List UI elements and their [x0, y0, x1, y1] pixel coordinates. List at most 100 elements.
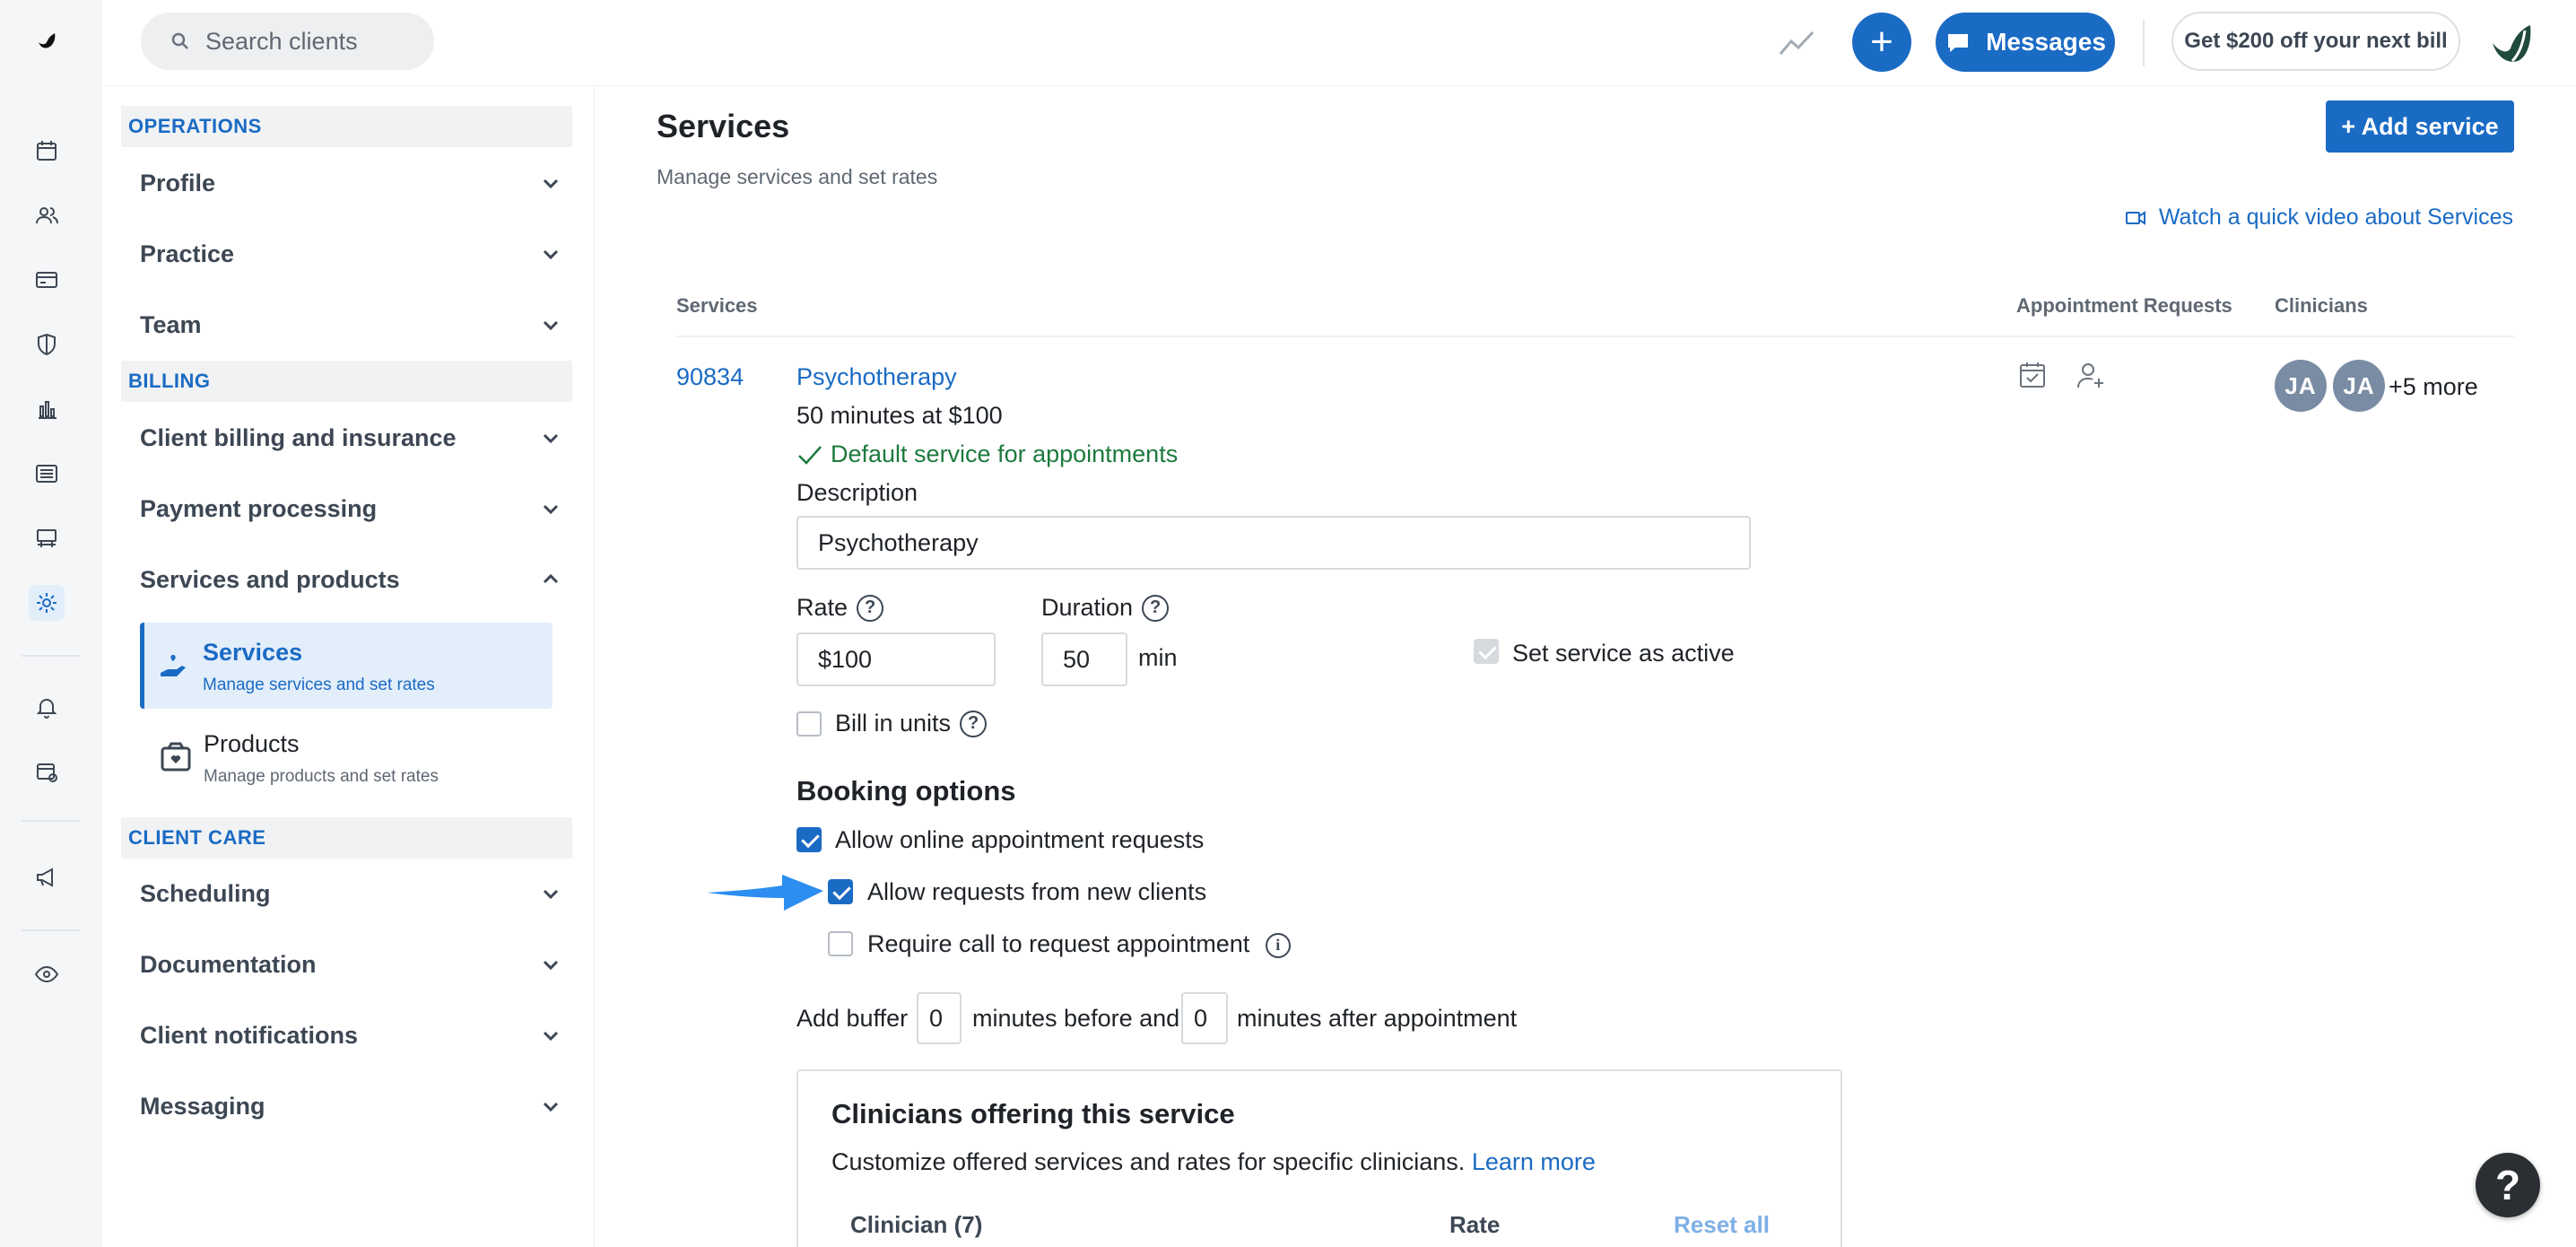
- service-code[interactable]: 90834: [676, 363, 744, 391]
- video-link[interactable]: Watch a quick video about Services: [2125, 205, 2513, 231]
- subnav-title: Products: [204, 730, 300, 757]
- help-question-icon[interactable]: ?: [960, 710, 988, 737]
- clinicians-card-desc-row: Customize offered services and rates for…: [831, 1148, 1596, 1176]
- page-subtitle: Manage services and set rates: [657, 165, 938, 188]
- duration-label: Duration: [1041, 594, 1134, 621]
- nav-item-client-notifications[interactable]: Client notifications: [140, 1008, 561, 1062]
- help-question-icon[interactable]: ?: [857, 594, 884, 622]
- trend-chart-icon[interactable]: [1777, 23, 1816, 63]
- billing-card-icon[interactable]: [29, 262, 65, 298]
- nav-item-messaging[interactable]: Messaging: [140, 1079, 561, 1133]
- subnav-desc: Manage services and set rates: [203, 676, 435, 694]
- nav-item-documentation[interactable]: Documentation: [140, 937, 561, 991]
- nav-item-scheduling[interactable]: Scheduling: [140, 867, 561, 920]
- notifications-bell-icon[interactable]: [29, 689, 65, 725]
- promo-button[interactable]: Get $200 off your next bill: [2171, 12, 2460, 71]
- messages-label: Messages: [1986, 28, 2106, 56]
- allow-online-requests-checkbox[interactable]: [796, 827, 822, 852]
- help-question-icon[interactable]: ?: [1142, 594, 1170, 622]
- messages-button[interactable]: Messages: [1936, 13, 2115, 72]
- header-divider: [675, 336, 2514, 337]
- chevron-down-icon: [543, 320, 559, 331]
- top-bar: + Messages Get $200 off your next bill: [101, 0, 2576, 86]
- rail-divider: [22, 655, 81, 657]
- app-logo-icon[interactable]: [29, 25, 65, 61]
- description-input[interactable]: [796, 516, 1751, 570]
- announcements-megaphone-icon[interactable]: [29, 859, 65, 895]
- nav-item-label: Documentation: [140, 950, 317, 978]
- duration-input[interactable]: [1041, 632, 1127, 686]
- add-service-button[interactable]: + Add service: [2326, 100, 2514, 153]
- learn-more-link[interactable]: Learn more: [1472, 1148, 1596, 1175]
- section-heading-billing: BILLING: [121, 361, 572, 402]
- topbar-divider: [2143, 20, 2145, 66]
- nav-item-payment-processing[interactable]: Payment processing: [140, 482, 561, 536]
- page-title: Services: [657, 108, 790, 144]
- rate-input[interactable]: [796, 632, 996, 686]
- search-box[interactable]: [141, 13, 434, 70]
- allow-new-clients-checkbox[interactable]: [828, 879, 853, 904]
- nav-item-label: Client notifications: [140, 1021, 358, 1049]
- require-call-checkbox[interactable]: [828, 931, 853, 956]
- require-call-row: Require call to request appointment i: [867, 930, 1291, 958]
- avatar[interactable]: JA: [2275, 360, 2327, 412]
- buffer-before-input[interactable]: [917, 992, 962, 1044]
- default-service-indicator: Default service for appointments: [796, 440, 1178, 468]
- nav-item-practice[interactable]: Practice: [140, 227, 561, 281]
- product-box-icon: [161, 742, 191, 772]
- bill-in-units-checkbox[interactable]: [796, 711, 822, 737]
- clinicians-card-desc: Customize offered services and rates for…: [831, 1148, 1466, 1175]
- nav-item-client-billing[interactable]: Client billing and insurance: [140, 411, 561, 465]
- chevron-down-icon: [543, 249, 559, 260]
- nav-item-label: Scheduling: [140, 879, 271, 907]
- help-button[interactable]: ?: [2476, 1153, 2540, 1217]
- reports-list-icon[interactable]: [29, 456, 65, 492]
- nav-item-label: Payment processing: [140, 494, 378, 522]
- chevron-down-icon: [543, 1031, 559, 1042]
- service-active-checkbox[interactable]: [1474, 639, 1499, 664]
- clinicians-card-title: Clinicians offering this service: [831, 1098, 1235, 1129]
- nav-item-label: Services and products: [140, 565, 400, 593]
- search-input[interactable]: [205, 27, 421, 56]
- chevron-down-icon: [543, 504, 559, 515]
- section-heading-operations: OPERATIONS: [121, 106, 572, 147]
- marketplace-icon[interactable]: [29, 520, 65, 556]
- section-heading-client-care: CLIENT CARE: [121, 817, 572, 859]
- require-call-label: Require call to request appointment: [867, 930, 1250, 957]
- nav-item-team[interactable]: Team: [140, 298, 561, 352]
- nav-item-label: Client billing and insurance: [140, 423, 457, 451]
- more-clinicians-count[interactable]: +5 more: [2389, 373, 2478, 401]
- description-label: Description: [796, 479, 918, 506]
- info-icon[interactable]: i: [1265, 932, 1291, 958]
- nav-item-services-and-products[interactable]: Services and products: [140, 553, 561, 606]
- search-icon: [171, 32, 188, 49]
- icon-rail: [0, 0, 101, 1247]
- reset-all-button[interactable]: Reset all: [1674, 1211, 1770, 1239]
- chevron-down-icon: [543, 1102, 559, 1112]
- service-hand-icon: [161, 655, 186, 676]
- insurance-shield-icon[interactable]: [29, 327, 65, 362]
- service-name-link[interactable]: Psychotherapy: [796, 363, 957, 391]
- settings-gear-icon[interactable]: [29, 585, 65, 621]
- clients-icon[interactable]: [29, 197, 65, 233]
- requests-calendar-icon[interactable]: [29, 754, 65, 789]
- avatar[interactable]: JA: [2333, 360, 2385, 412]
- subnav-item-services[interactable]: Services Manage services and set rates: [140, 623, 553, 709]
- buffer-after-input[interactable]: [1181, 992, 1228, 1044]
- analytics-icon[interactable]: [29, 391, 65, 427]
- rate-label-row: Rate ?: [796, 594, 884, 622]
- service-active-label: Set service as active: [1512, 640, 1735, 667]
- video-link-label: Watch a quick video about Services: [2158, 205, 2513, 230]
- buffer-middle: minutes before and: [972, 1005, 1180, 1032]
- default-service-label: Default service for appointments: [831, 440, 1179, 467]
- video-camera-icon: [2125, 210, 2145, 225]
- brand-leaf-icon[interactable]: [2485, 16, 2539, 70]
- chat-bubble-icon: [1948, 34, 1969, 52]
- calendar-icon[interactable]: [29, 133, 65, 169]
- add-new-button[interactable]: +: [1852, 13, 1911, 72]
- bill-in-units-label: Bill in units: [835, 710, 952, 737]
- column-header-clinician[interactable]: Clinician (7): [850, 1211, 982, 1239]
- visibility-eye-icon[interactable]: [29, 956, 65, 992]
- nav-item-profile[interactable]: Profile: [140, 156, 561, 210]
- subnav-item-products[interactable]: Products Manage products and set rates: [140, 725, 553, 806]
